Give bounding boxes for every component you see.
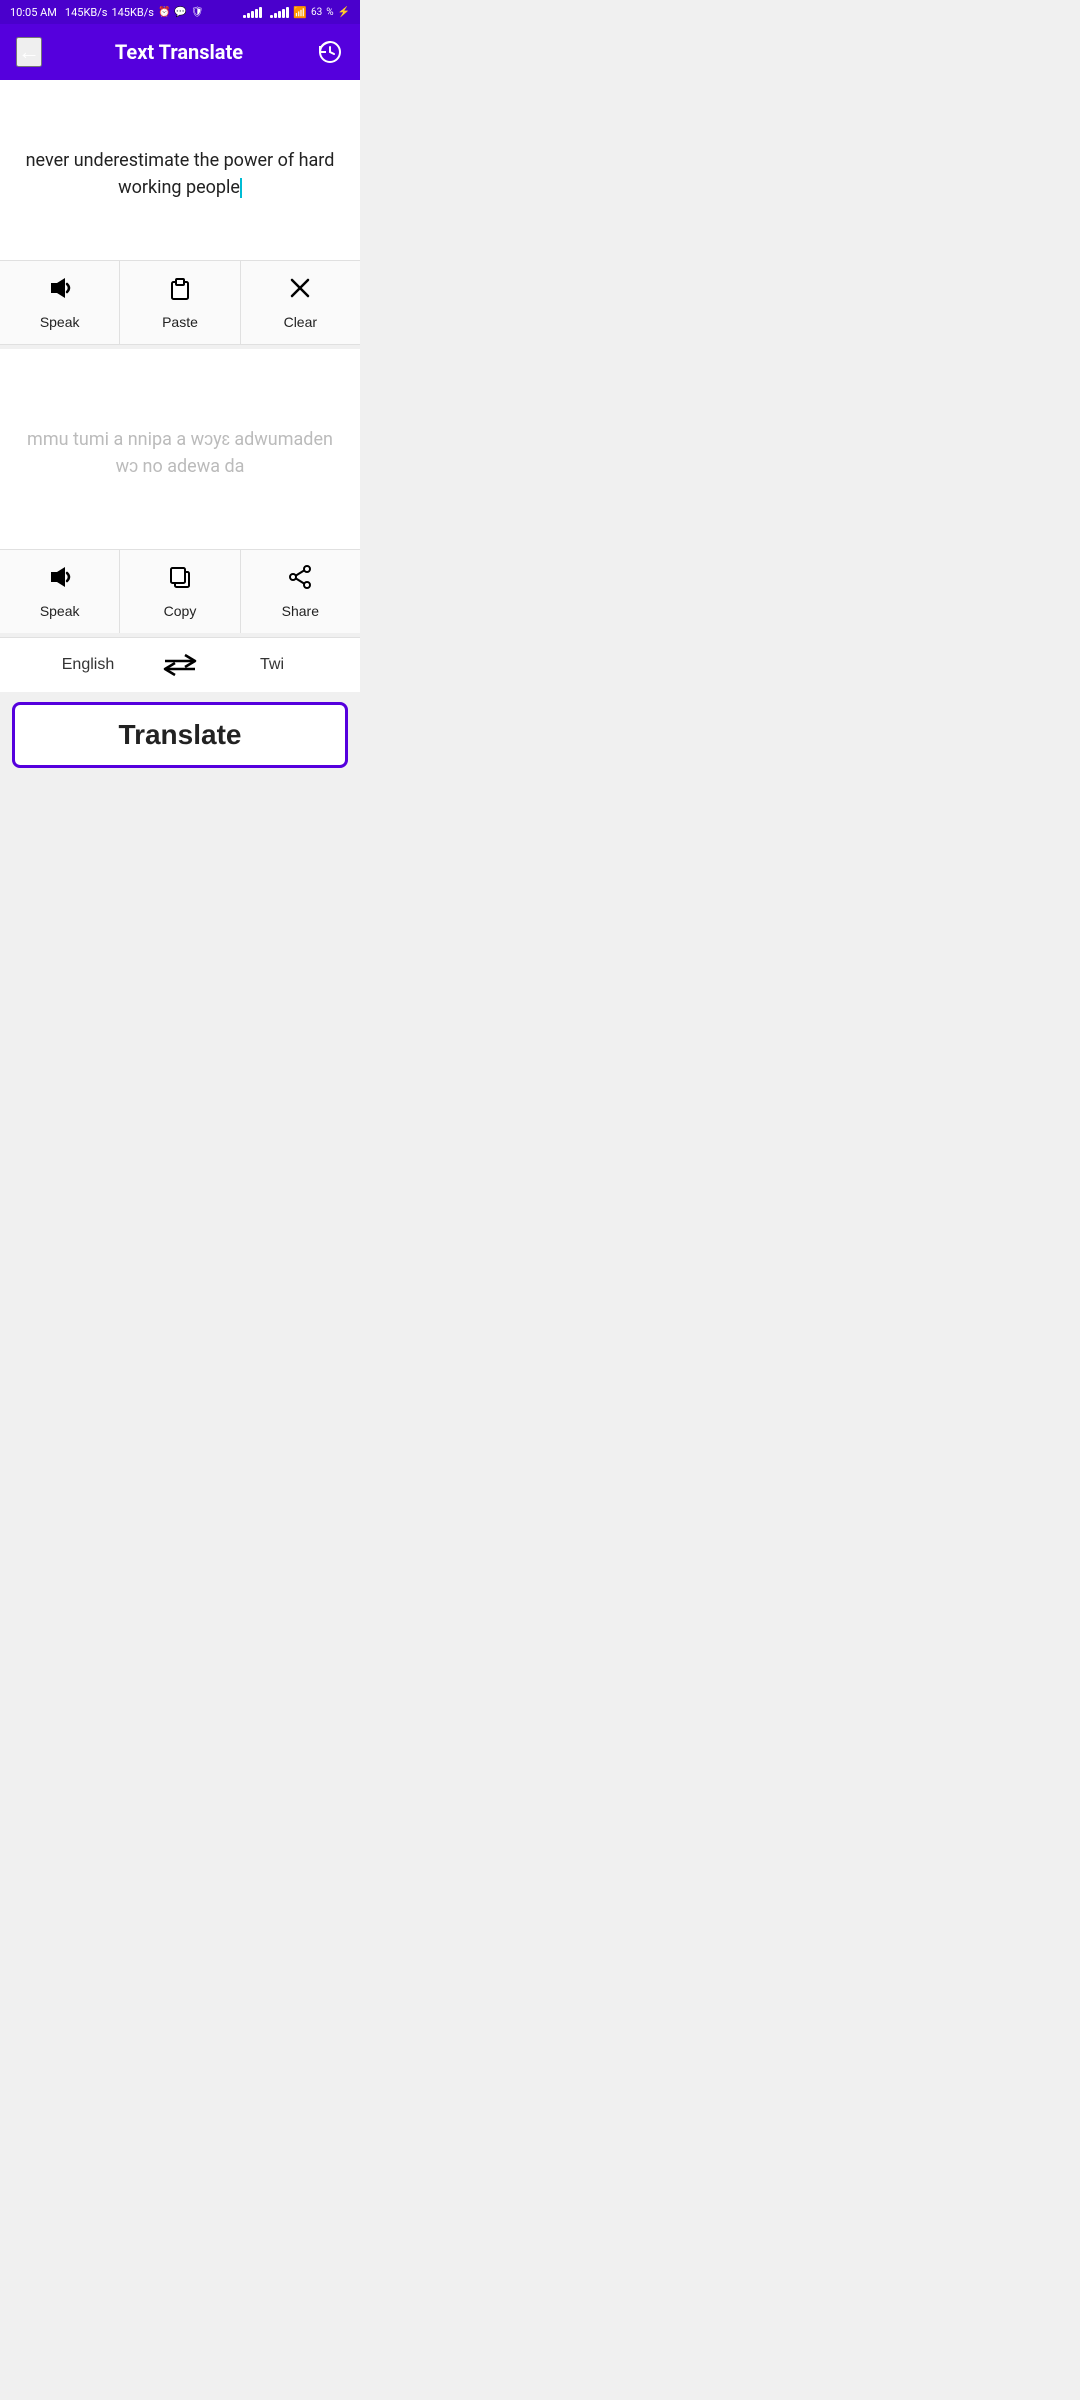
source-language-button[interactable]: English	[16, 652, 160, 678]
speak-input-button[interactable]: Speak	[0, 261, 120, 344]
status-network-speed: 145KB/s	[111, 6, 154, 19]
paste-icon	[167, 275, 193, 308]
translate-button[interactable]: Translate	[12, 702, 348, 768]
text-cursor	[240, 178, 242, 198]
alarm-icon: ⏰	[158, 7, 170, 18]
copy-button[interactable]: Copy	[120, 550, 240, 633]
speak-output-button[interactable]: Speak	[0, 550, 120, 633]
status-time: 10:05 AM	[10, 6, 57, 19]
signal-bars-2	[270, 6, 289, 18]
status-bar: 10:05 AM 145KB/s 145KB/s ⏰ 💬 🛡 📶 63%	[0, 0, 360, 24]
swap-languages-button[interactable]	[160, 653, 200, 677]
share-button[interactable]: Share	[241, 550, 360, 633]
target-text: mmu tumi a nnipa a wɔyɛ adwumaden wɔ no …	[16, 426, 344, 480]
status-network: 145KB/s	[65, 6, 108, 19]
signal-bars-1	[243, 6, 262, 18]
input-action-buttons: Speak Paste Clear	[0, 260, 360, 344]
battery-charging-icon: ⚡	[338, 7, 350, 18]
status-bar-right: 📶 63% ⚡	[243, 6, 350, 19]
history-icon	[317, 39, 343, 65]
target-text-area: mmu tumi a nnipa a wɔyɛ adwumaden wɔ no …	[0, 349, 360, 549]
copy-label: Copy	[164, 603, 197, 619]
language-bar: English Twi	[0, 637, 360, 692]
output-action-buttons: Speak Copy Share	[0, 549, 360, 633]
speak-input-icon	[47, 275, 73, 308]
share-label: Share	[282, 603, 319, 619]
clear-label: Clear	[284, 314, 317, 330]
status-bar-left: 10:05 AM 145KB/s 145KB/s ⏰ 💬 🛡	[10, 6, 204, 19]
speak-output-icon	[47, 564, 73, 597]
wifi-icon: 📶	[293, 6, 307, 19]
history-button[interactable]	[316, 38, 344, 66]
source-text: never underestimate the power of hard wo…	[16, 147, 344, 201]
paste-button[interactable]: Paste	[120, 261, 240, 344]
paste-label: Paste	[162, 314, 198, 330]
speak-output-label: Speak	[40, 603, 80, 619]
clear-button[interactable]: Clear	[241, 261, 360, 344]
input-section: never underestimate the power of hard wo…	[0, 80, 360, 345]
output-section: mmu tumi a nnipa a wɔyɛ adwumaden wɔ no …	[0, 349, 360, 633]
back-button[interactable]: ←	[16, 37, 42, 67]
swap-icon	[163, 653, 197, 677]
vpn-icon: 🛡	[191, 7, 204, 18]
battery-level: 63	[311, 7, 322, 18]
target-language-button[interactable]: Twi	[200, 652, 344, 678]
speak-input-label: Speak	[40, 314, 80, 330]
app-header: ← Text Translate	[0, 24, 360, 80]
whatsapp-icon: 💬	[174, 7, 186, 18]
share-icon	[287, 564, 313, 597]
clear-icon	[287, 275, 313, 308]
copy-icon	[167, 564, 193, 597]
source-text-area[interactable]: never underestimate the power of hard wo…	[0, 80, 360, 260]
page-title: Text Translate	[115, 40, 243, 64]
